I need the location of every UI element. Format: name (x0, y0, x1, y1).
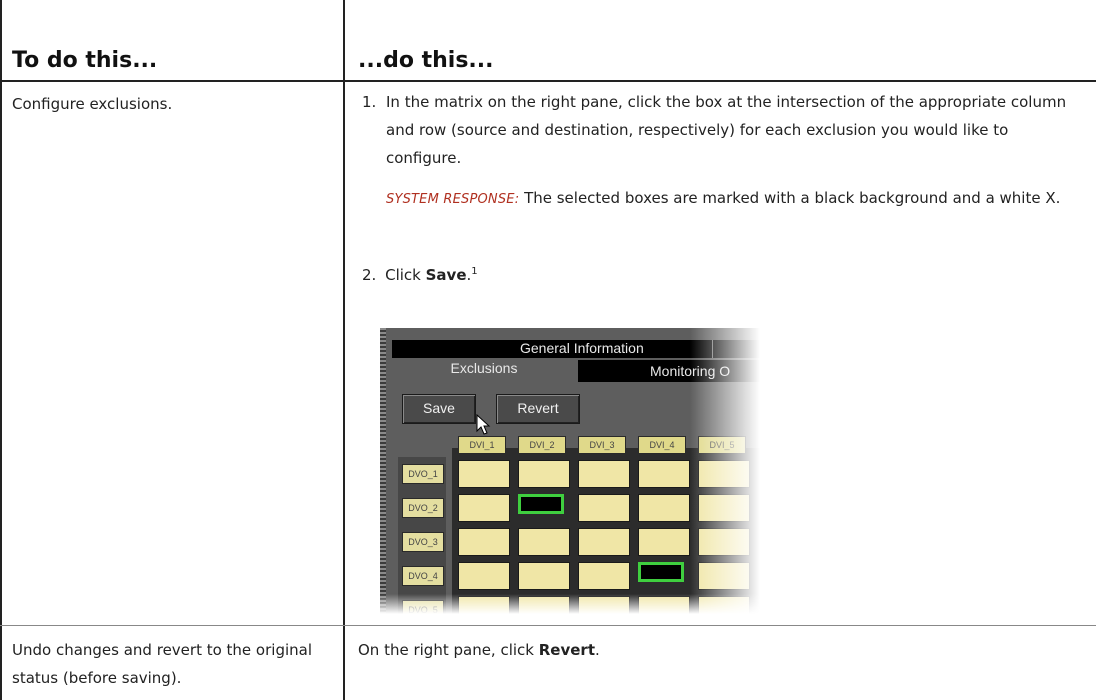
mouse-pointer-icon (476, 414, 491, 435)
bottom-fade (380, 594, 760, 614)
step-2-save-bold: Save (425, 266, 467, 284)
exclusion-box (638, 494, 690, 522)
exclusion-box-selected (518, 494, 564, 514)
system-response-label: SYSTEM RESPONSE: (386, 192, 520, 207)
step-1-text: In the matrix on the right pane, click t… (386, 93, 1067, 167)
column-header-dvi_3: DVI_3 (578, 436, 626, 454)
exclusion-box (578, 528, 630, 556)
column-header-dvi_1: DVI_1 (458, 436, 506, 454)
step-2: 2. Click Save.1 (362, 258, 478, 289)
revert-text-post: . (595, 641, 600, 659)
row-header-dvo_1: DVO_1 (402, 464, 444, 484)
tab-exclusions: Exclusions (392, 358, 576, 380)
right-fade (690, 328, 760, 614)
center-rule (343, 0, 345, 700)
revert-button: Revert (496, 394, 580, 424)
column-header-dvi_4: DVI_4 (638, 436, 686, 454)
exclusion-box (578, 460, 630, 488)
exclusion-box-selected (638, 562, 684, 582)
exclusions-screenshot: General Information Exclusions Monitorin… (380, 328, 760, 614)
revert-text-pre: On the right pane, click (358, 641, 539, 659)
step-1-number: 1. (362, 93, 377, 111)
exclusion-box (578, 494, 630, 522)
exclusion-box (518, 460, 570, 488)
footnote-marker: 1 (471, 266, 478, 277)
row-divider (0, 625, 1096, 626)
exclusion-box (518, 528, 570, 556)
panel-grip (380, 328, 386, 614)
exclusion-box (638, 528, 690, 556)
row-header-dvo_3: DVO_3 (402, 532, 444, 552)
task-undo-changes: Undo changes and revert to the original … (12, 641, 312, 687)
row-header-dvo_4: DVO_4 (402, 566, 444, 586)
exclusion-box (578, 562, 630, 590)
exclusion-box (458, 460, 510, 488)
exclusion-box (458, 562, 510, 590)
revert-bold: Revert (538, 641, 595, 659)
column-header-dvi_2: DVI_2 (518, 436, 566, 454)
system-response-text: The selected boxes are marked with a bla… (524, 189, 1061, 207)
row-header-dvo_2: DVO_2 (402, 498, 444, 518)
task-configure-exclusions: Configure exclusions. (12, 95, 173, 113)
step-2-text-pre: Click (385, 266, 426, 284)
column-header-action: ...do this... (358, 48, 494, 73)
save-button: Save (402, 394, 476, 424)
left-rule (0, 0, 2, 700)
system-response: SYSTEM RESPONSE: The selected boxes are … (386, 184, 1076, 214)
column-header-task: To do this... (12, 48, 158, 73)
step-2-number: 2. (362, 266, 377, 284)
general-information-label: General Information (520, 340, 644, 356)
exclusion-box (638, 460, 690, 488)
revert-instruction: On the right pane, click Revert. (358, 636, 600, 664)
exclusion-box (458, 528, 510, 556)
exclusion-box (458, 494, 510, 522)
header-rule (0, 80, 1096, 82)
exclusion-box (518, 562, 570, 590)
